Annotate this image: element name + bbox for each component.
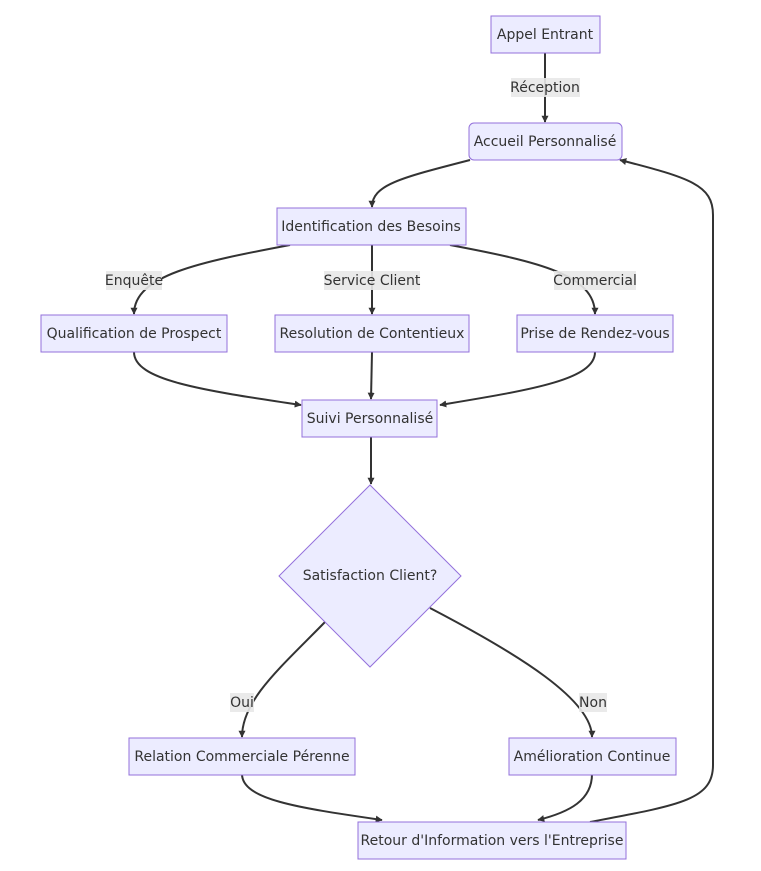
edge-label-commercial: Commercial [553, 271, 637, 290]
svg-text:Enquête: Enquête [105, 273, 163, 289]
edge-rdv-suivi [439, 351, 596, 408]
svg-text:Identification des Besoins: Identification des Besoins [281, 219, 461, 235]
svg-text:Suivi Personnalisé: Suivi Personnalisé [307, 411, 433, 427]
node-suivi-personnalise[interactable]: Suivi Personnalisé [301, 399, 438, 438]
svg-text:Non: Non [579, 695, 607, 711]
svg-text:Qualification de Prospect: Qualification de Prospect [47, 326, 222, 342]
edge-label-service-client: Service Client [324, 271, 421, 290]
node-identification-besoins[interactable]: Identification des Besoins [276, 207, 467, 246]
node-appel-entrant[interactable]: Appel Entrant [490, 15, 601, 54]
edge-relation-retour [241, 773, 383, 823]
svg-text:Amélioration Continue: Amélioration Continue [514, 749, 671, 765]
node-retour-information[interactable]: Retour d'Information vers l'Entreprise [357, 821, 627, 860]
node-relation-commerciale[interactable]: Relation Commerciale Pérenne [128, 737, 356, 776]
edge-qualification-suivi [133, 351, 302, 408]
edge-accueil-identification [368, 159, 471, 208]
node-qualification-prospect[interactable]: Qualification de Prospect [40, 314, 228, 353]
svg-text:Satisfaction Client?: Satisfaction Client? [303, 568, 438, 584]
edge-label-enquete: Enquête [105, 271, 163, 290]
edge-retour-accueil [589, 158, 714, 823]
svg-text:Commercial: Commercial [553, 273, 637, 289]
edge-label-reception: Réception [510, 78, 580, 97]
svg-text:Resolution de Contentieux: Resolution de Contentieux [280, 326, 465, 342]
svg-text:Accueil Personnalisé: Accueil Personnalisé [474, 134, 617, 150]
edge-amelioration-retour [537, 773, 593, 822]
svg-text:Prise de Rendez-vous: Prise de Rendez-vous [520, 326, 669, 342]
flowchart: Réception Enquête Service Client Commerc… [40, 15, 714, 860]
node-prise-rendez-vous[interactable]: Prise de Rendez-vous [516, 314, 674, 353]
node-accueil-personnalise[interactable]: Accueil Personnalisé [468, 122, 623, 161]
svg-text:Service Client: Service Client [324, 273, 421, 289]
node-amelioration-continue[interactable]: Amélioration Continue [508, 737, 677, 776]
svg-text:Appel Entrant: Appel Entrant [497, 27, 594, 43]
edge-satisfaction-relation [238, 621, 326, 738]
node-resolution-contentieux[interactable]: Resolution de Contentieux [274, 314, 470, 353]
svg-text:Relation Commerciale Pérenne: Relation Commerciale Pérenne [134, 749, 349, 765]
edge-resolution-suivi [367, 351, 375, 400]
svg-text:Réception: Réception [510, 80, 580, 96]
edge-label-oui: Oui [230, 693, 254, 712]
edge-satisfaction-amelioration [429, 607, 596, 738]
svg-text:Oui: Oui [230, 695, 254, 711]
svg-text:Retour d'Information vers l'En: Retour d'Information vers l'Entreprise [361, 833, 624, 849]
edge-label-non: Non [579, 693, 607, 712]
